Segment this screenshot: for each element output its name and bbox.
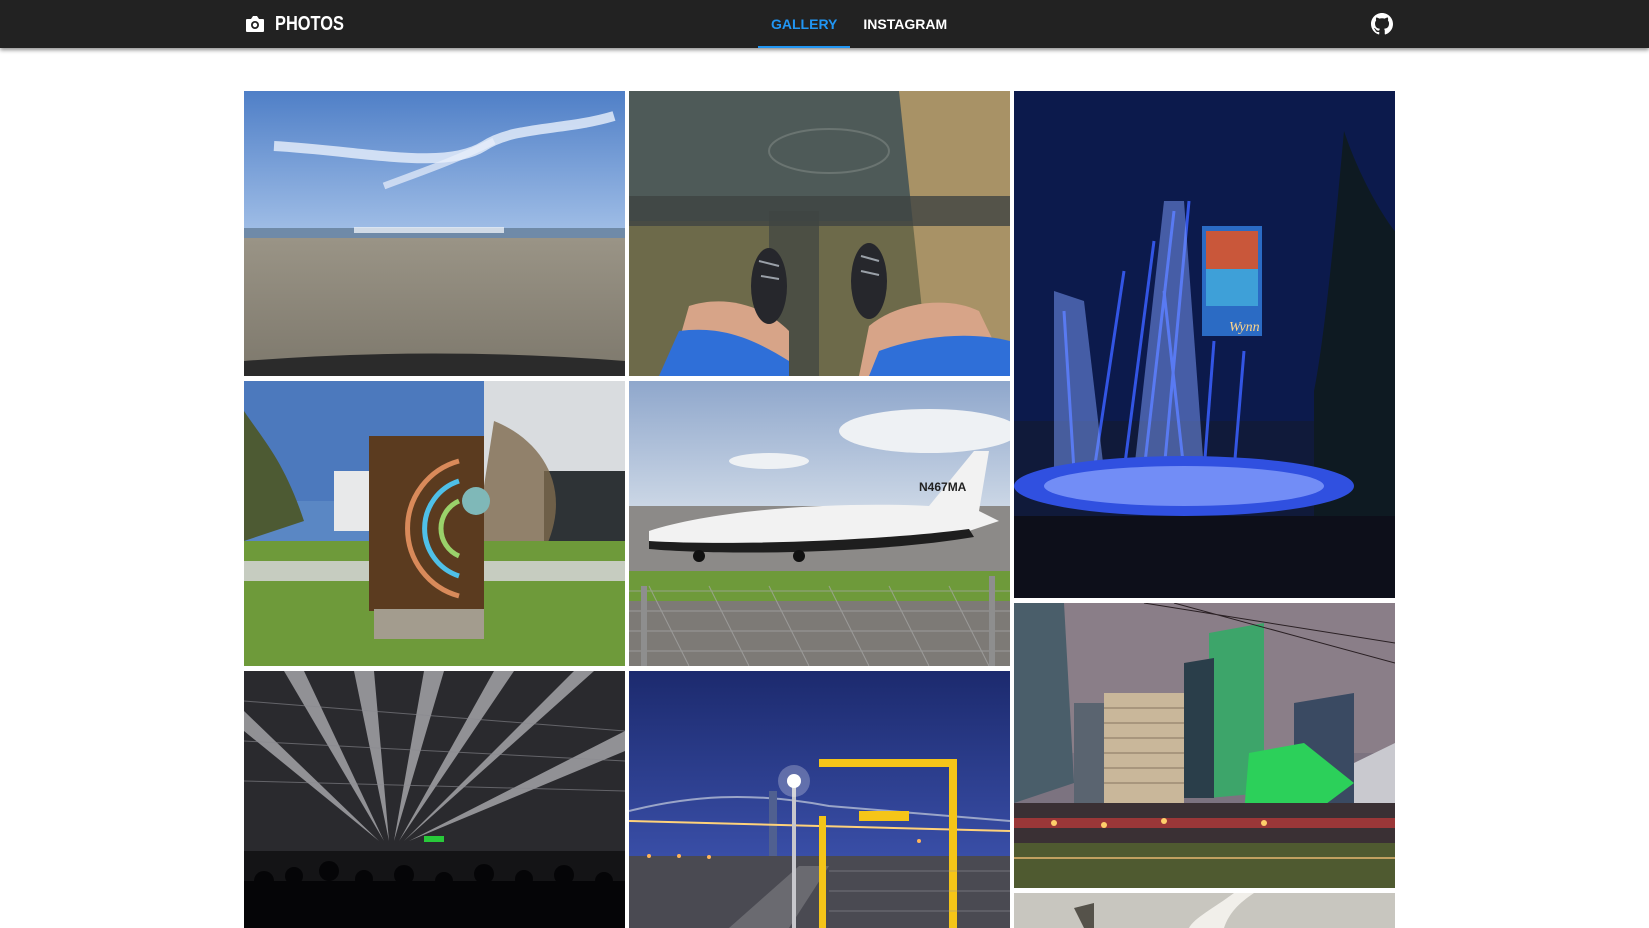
photo-sculpture-rings[interactable]: [244, 381, 625, 666]
github-icon[interactable]: [1371, 13, 1393, 35]
svg-text:Wynn: Wynn: [1229, 320, 1260, 335]
photo-beach-sky[interactable]: [244, 91, 625, 376]
svg-text:N467MA: N467MA: [919, 480, 967, 494]
tab-gallery-label: GALLERY: [771, 16, 838, 32]
brand-link[interactable]: PHOTOS: [245, 0, 359, 48]
tab-instagram[interactable]: INSTAGRAM: [850, 0, 960, 48]
photo-concert-lights[interactable]: [244, 671, 625, 928]
brand-title: PHOTOS: [275, 12, 344, 35]
photo-bay-bridge-night[interactable]: [629, 671, 1010, 928]
tab-instagram-label: INSTAGRAM: [863, 16, 948, 32]
tab-gallery[interactable]: GALLERY: [758, 0, 851, 48]
camera-icon: [245, 15, 265, 33]
top-navbar: PHOTOS GALLERY INSTAGRAM: [0, 0, 1649, 48]
photo-city-skyline-night[interactable]: [1014, 603, 1395, 888]
nav-tabs: GALLERY INSTAGRAM: [758, 0, 960, 48]
photo-fountain-night[interactable]: Wynn: [1014, 91, 1395, 598]
photo-feet-over-water[interactable]: [629, 91, 1010, 376]
photo-partial[interactable]: [1014, 893, 1395, 928]
photo-airplane-tarmac[interactable]: N467MA: [629, 381, 1010, 666]
